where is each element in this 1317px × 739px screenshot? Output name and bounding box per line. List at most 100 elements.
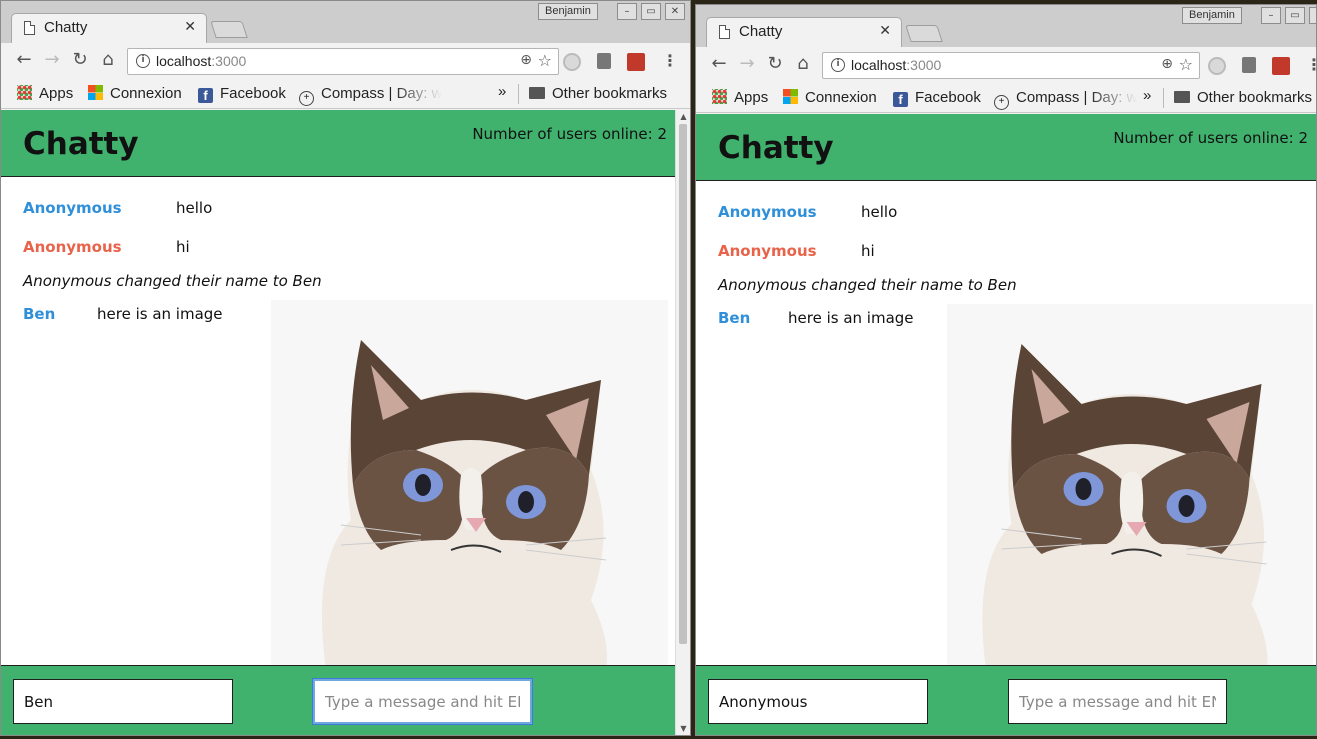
- message-content: hello: [861, 203, 898, 221]
- bookmarks-overflow-icon[interactable]: »: [498, 83, 506, 100]
- online-count: Number of users online: 2: [472, 125, 667, 143]
- chat-bar: [696, 665, 1316, 735]
- username-input[interactable]: [708, 679, 928, 724]
- close-window-icon[interactable]: ✕: [1309, 7, 1316, 24]
- reload-icon[interactable]: ↻: [764, 53, 786, 74]
- message-list: Anonymous hello Anonymous hi Anonymous c…: [696, 182, 1316, 665]
- scrollbar[interactable]: ▲ ▼: [675, 110, 690, 735]
- compass-icon: +: [994, 95, 1009, 110]
- app-brand[interactable]: Chatty: [23, 126, 139, 162]
- title-bar: Chatty ✕ Benjamin – ▭ ✕: [696, 5, 1316, 47]
- extension-icon[interactable]: [1272, 57, 1290, 75]
- info-icon[interactable]: i: [136, 54, 150, 68]
- message-content: here is an image: [97, 305, 223, 323]
- bookmark-apps[interactable]: Apps: [17, 85, 73, 102]
- bookmarks-bar: Apps Connexion f Facebook + Compass | Day:…: [696, 83, 1316, 113]
- scroll-thumb[interactable]: [679, 124, 687, 644]
- zoom-icon[interactable]: ⊕: [1161, 56, 1173, 72]
- divider: [1163, 88, 1164, 108]
- chatty-page: Chatty Number of users online: 2 Anonymo…: [696, 114, 1316, 735]
- menu-icon[interactable]: ⋮: [662, 51, 678, 70]
- minimize-icon[interactable]: –: [1261, 7, 1281, 24]
- bookmark-connexion[interactable]: Connexion: [783, 89, 877, 106]
- bookmark-other[interactable]: Other bookmarks: [1174, 89, 1312, 106]
- message-username: Anonymous: [718, 242, 817, 260]
- message-input[interactable]: [312, 678, 533, 725]
- bookmark-compass[interactable]: + Compass | Day: w: [994, 89, 1137, 110]
- message-input[interactable]: [1008, 679, 1227, 724]
- back-icon[interactable]: ←: [13, 49, 35, 70]
- grumpy-cat-image: [947, 304, 1313, 665]
- tab-chatty[interactable]: Chatty ✕: [706, 17, 902, 47]
- windows-logo-icon: [783, 89, 798, 104]
- bookmarks-overflow-icon[interactable]: »: [1143, 87, 1151, 104]
- app-navbar: Chatty Number of users online: 2: [1, 110, 675, 177]
- message-content: hi: [176, 238, 190, 256]
- home-icon[interactable]: ⌂: [97, 49, 119, 70]
- address-bar[interactable]: i localhost:3000 ⊕ ☆: [822, 52, 1200, 79]
- minimize-icon[interactable]: –: [617, 3, 637, 20]
- message-username: Ben: [718, 309, 751, 327]
- maximize-icon[interactable]: ▭: [641, 3, 661, 20]
- bookmark-facebook[interactable]: f Facebook: [893, 89, 981, 107]
- message-content: hello: [176, 199, 213, 217]
- url-text: localhost:3000: [156, 53, 247, 69]
- close-icon[interactable]: ✕: [184, 19, 196, 35]
- new-tab-button[interactable]: [210, 21, 248, 38]
- scroll-down-icon[interactable]: ▼: [676, 724, 690, 733]
- browser-window-right: Chatty ✕ Benjamin – ▭ ✕ ← → ↻ ⌂ i localh…: [695, 4, 1317, 736]
- maximize-icon[interactable]: ▭: [1285, 7, 1305, 24]
- info-icon[interactable]: i: [831, 58, 845, 72]
- bookmark-connexion[interactable]: Connexion: [88, 85, 182, 102]
- forward-icon[interactable]: →: [736, 53, 758, 74]
- message-content: here is an image: [788, 309, 914, 327]
- apps-icon: [17, 85, 32, 100]
- extension-icon[interactable]: [1208, 57, 1226, 75]
- bookmark-compass[interactable]: + Compass | Day: w: [299, 85, 442, 106]
- browser-window-left: Chatty ✕ Benjamin – ▭ ✕ ← → ↻ ⌂ i localh…: [0, 0, 691, 736]
- star-icon[interactable]: ☆: [1179, 55, 1193, 74]
- username-input[interactable]: [13, 679, 233, 724]
- apps-icon: [712, 89, 727, 104]
- page-icon: [24, 21, 35, 35]
- message-username: Anonymous: [23, 199, 122, 217]
- chatty-page: Chatty Number of users online: 2 Anonymo…: [1, 110, 675, 735]
- bookmark-other[interactable]: Other bookmarks: [529, 85, 667, 102]
- new-tab-button[interactable]: [905, 25, 943, 42]
- zoom-icon[interactable]: ⊕: [520, 52, 532, 68]
- home-icon[interactable]: ⌂: [792, 53, 814, 74]
- tab-title: Chatty: [44, 19, 88, 36]
- app-navbar: Chatty Number of users online: 2: [696, 114, 1316, 181]
- tab-chatty[interactable]: Chatty ✕: [11, 13, 207, 43]
- extension-icon[interactable]: [627, 53, 645, 71]
- compass-icon: +: [299, 91, 314, 106]
- facebook-icon: f: [893, 92, 908, 107]
- windows-logo-icon: [88, 85, 103, 100]
- bookmarks-bar: Apps Connexion f Facebook + Compass | Day:…: [1, 79, 690, 109]
- app-brand[interactable]: Chatty: [718, 130, 834, 166]
- profile-button[interactable]: Benjamin: [538, 3, 598, 20]
- message-username: Anonymous: [23, 238, 122, 256]
- trash-extension-icon[interactable]: [1242, 57, 1256, 73]
- divider: [518, 84, 519, 104]
- forward-icon[interactable]: →: [41, 49, 63, 70]
- message-image: [271, 300, 668, 665]
- reload-icon[interactable]: ↻: [69, 49, 91, 70]
- bookmark-apps[interactable]: Apps: [712, 89, 768, 106]
- menu-icon[interactable]: ⋮: [1306, 55, 1316, 74]
- back-icon[interactable]: ←: [708, 53, 730, 74]
- message-list: Anonymous hello Anonymous hi Anonymous c…: [1, 178, 675, 665]
- address-bar[interactable]: i localhost:3000 ⊕ ☆: [127, 48, 559, 75]
- scroll-up-icon[interactable]: ▲: [676, 112, 690, 121]
- bookmark-facebook[interactable]: f Facebook: [198, 85, 286, 103]
- profile-button[interactable]: Benjamin: [1182, 7, 1242, 24]
- grumpy-cat-image: [271, 300, 668, 665]
- star-icon[interactable]: ☆: [538, 51, 552, 70]
- close-icon[interactable]: ✕: [879, 23, 891, 39]
- folder-icon: [1174, 91, 1190, 103]
- system-notification: Anonymous changed their name to Ben: [23, 272, 322, 290]
- extension-icon[interactable]: [563, 53, 581, 71]
- folder-icon: [529, 87, 545, 99]
- trash-extension-icon[interactable]: [597, 53, 611, 69]
- close-window-icon[interactable]: ✕: [665, 3, 685, 20]
